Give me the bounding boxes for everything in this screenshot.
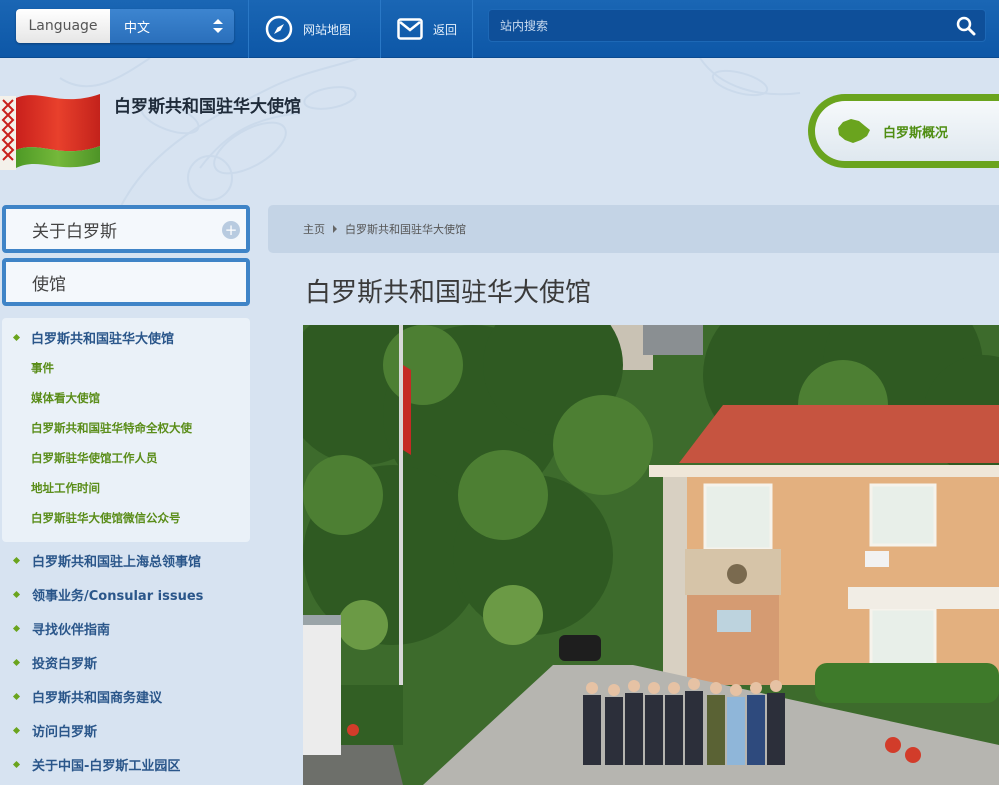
menu-item-label: 领事业务/Consular issues (32, 589, 204, 604)
menu-item-label: 白罗斯共和国商务建议 (32, 691, 163, 706)
search-input[interactable] (489, 10, 929, 41)
sitemap-label: 网站地图 (303, 22, 352, 37)
embassy-photo (303, 325, 999, 785)
belarus-flag-logo (0, 94, 100, 170)
menu-item-label: 访问白罗斯 (32, 725, 98, 740)
breadcrumb: 主页 白罗斯共和国驻华大使馆 (268, 205, 999, 253)
breadcrumb-current[interactable]: 白罗斯共和国驻华大使馆 (345, 221, 466, 237)
menu-embassy[interactable]: 使馆 (2, 258, 250, 306)
back-link[interactable]: 返回 (397, 0, 457, 58)
bullet-icon (12, 556, 21, 565)
sitemap-link[interactable]: 网站地图 (265, 0, 351, 58)
submenu-item-label: 白罗斯共和国驻华大使馆 (31, 332, 175, 347)
submenu-item-address[interactable]: 地址工作时间 (31, 480, 100, 496)
submenu-item-wechat[interactable]: 白罗斯驻华大使馆微信公众号 (31, 510, 181, 526)
bullet-icon (12, 760, 21, 769)
divider (380, 0, 381, 58)
submenu-item-ambassador[interactable]: 白罗斯共和国驻华特命全权大使 (31, 420, 192, 436)
bullet-icon (12, 658, 21, 667)
dropdown-arrows-icon (213, 19, 223, 33)
overview-label: 白罗斯概况 (883, 125, 949, 141)
menu-embassy-label: 使馆 (32, 274, 66, 295)
bullet-icon (12, 726, 21, 735)
menu-item-industrial-park[interactable]: 关于中国-白罗斯工业园区 (12, 755, 181, 774)
back-label: 返回 (433, 22, 458, 37)
menu-about-label: 关于白罗斯 (32, 221, 117, 242)
submenu-item-embassy[interactable]: 白罗斯共和国驻华大使馆 (12, 328, 175, 347)
menu-item-shanghai-consulate[interactable]: 白罗斯共和国驻上海总领事馆 (12, 551, 202, 570)
bullet-icon (12, 624, 21, 633)
language-label: Language (16, 9, 110, 43)
menu-item-invest[interactable]: 投资白罗斯 (12, 653, 98, 672)
plus-icon[interactable]: + (222, 221, 240, 239)
menu-item-label: 白罗斯共和国驻上海总领事馆 (32, 555, 202, 570)
belarus-map-icon (838, 119, 870, 143)
envelope-icon (397, 18, 423, 40)
embassy-submenu: 白罗斯共和国驻华大使馆 事件 媒体看大使馆 白罗斯共和国驻华特命全权大使 白罗斯… (2, 318, 250, 542)
divider (472, 0, 473, 58)
belarus-overview-button[interactable]: 白罗斯概况 (808, 94, 999, 168)
submenu-item-media[interactable]: 媒体看大使馆 (31, 390, 100, 406)
submenu-item-events[interactable]: 事件 (31, 360, 54, 376)
bullet-icon (12, 590, 21, 599)
search-icon[interactable] (956, 16, 976, 36)
divider (248, 0, 249, 58)
menu-item-partners[interactable]: 寻找伙伴指南 (12, 619, 111, 638)
bullet-icon (12, 692, 21, 701)
menu-item-label: 寻找伙伴指南 (32, 623, 111, 638)
breadcrumb-home[interactable]: 主页 (303, 221, 325, 237)
menu-item-visit[interactable]: 访问白罗斯 (12, 721, 98, 740)
page-title: 白罗斯共和国驻华大使馆 (305, 278, 592, 308)
submenu-item-staff[interactable]: 白罗斯驻华使馆工作人员 (31, 450, 158, 466)
compass-icon (265, 15, 293, 43)
menu-item-consular[interactable]: 领事业务/Consular issues (12, 585, 204, 604)
language-dropdown[interactable]: 中文 (110, 9, 234, 43)
menu-item-label: 关于中国-白罗斯工业园区 (32, 759, 181, 774)
menu-about-belarus[interactable]: 关于白罗斯 + (2, 205, 250, 253)
language-selector[interactable]: Language 中文 (16, 9, 234, 43)
menu-item-business[interactable]: 白罗斯共和国商务建议 (12, 687, 163, 706)
site-search (488, 9, 986, 42)
language-value: 中文 (124, 20, 151, 36)
bullet-icon (12, 333, 21, 342)
site-title[interactable]: 白罗斯共和国驻华大使馆 (114, 92, 301, 117)
breadcrumb-arrow-icon (333, 225, 337, 233)
top-bar: Language 中文 网站地图 返回 (0, 0, 999, 58)
menu-item-label: 投资白罗斯 (32, 657, 98, 672)
